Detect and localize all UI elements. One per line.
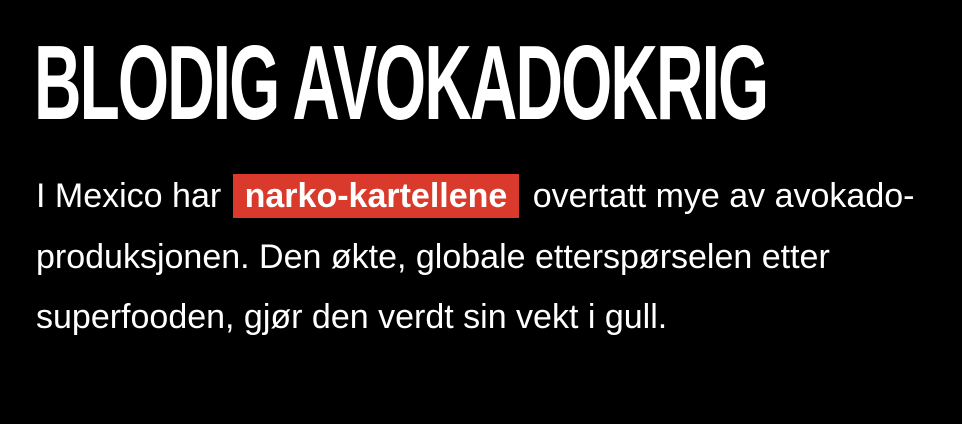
headline: BLODIG AVOKADOKRIG (34, 24, 769, 142)
highlighted-term: narko-kartellene (232, 174, 520, 218)
intro-paragraph: I Mexico har narko-kartellene overtatt m… (36, 166, 936, 348)
intro-text-start: I Mexico har (36, 177, 231, 215)
article-card: BLODIG AVOKADOKRIG I Mexico har narko-ka… (0, 0, 962, 424)
